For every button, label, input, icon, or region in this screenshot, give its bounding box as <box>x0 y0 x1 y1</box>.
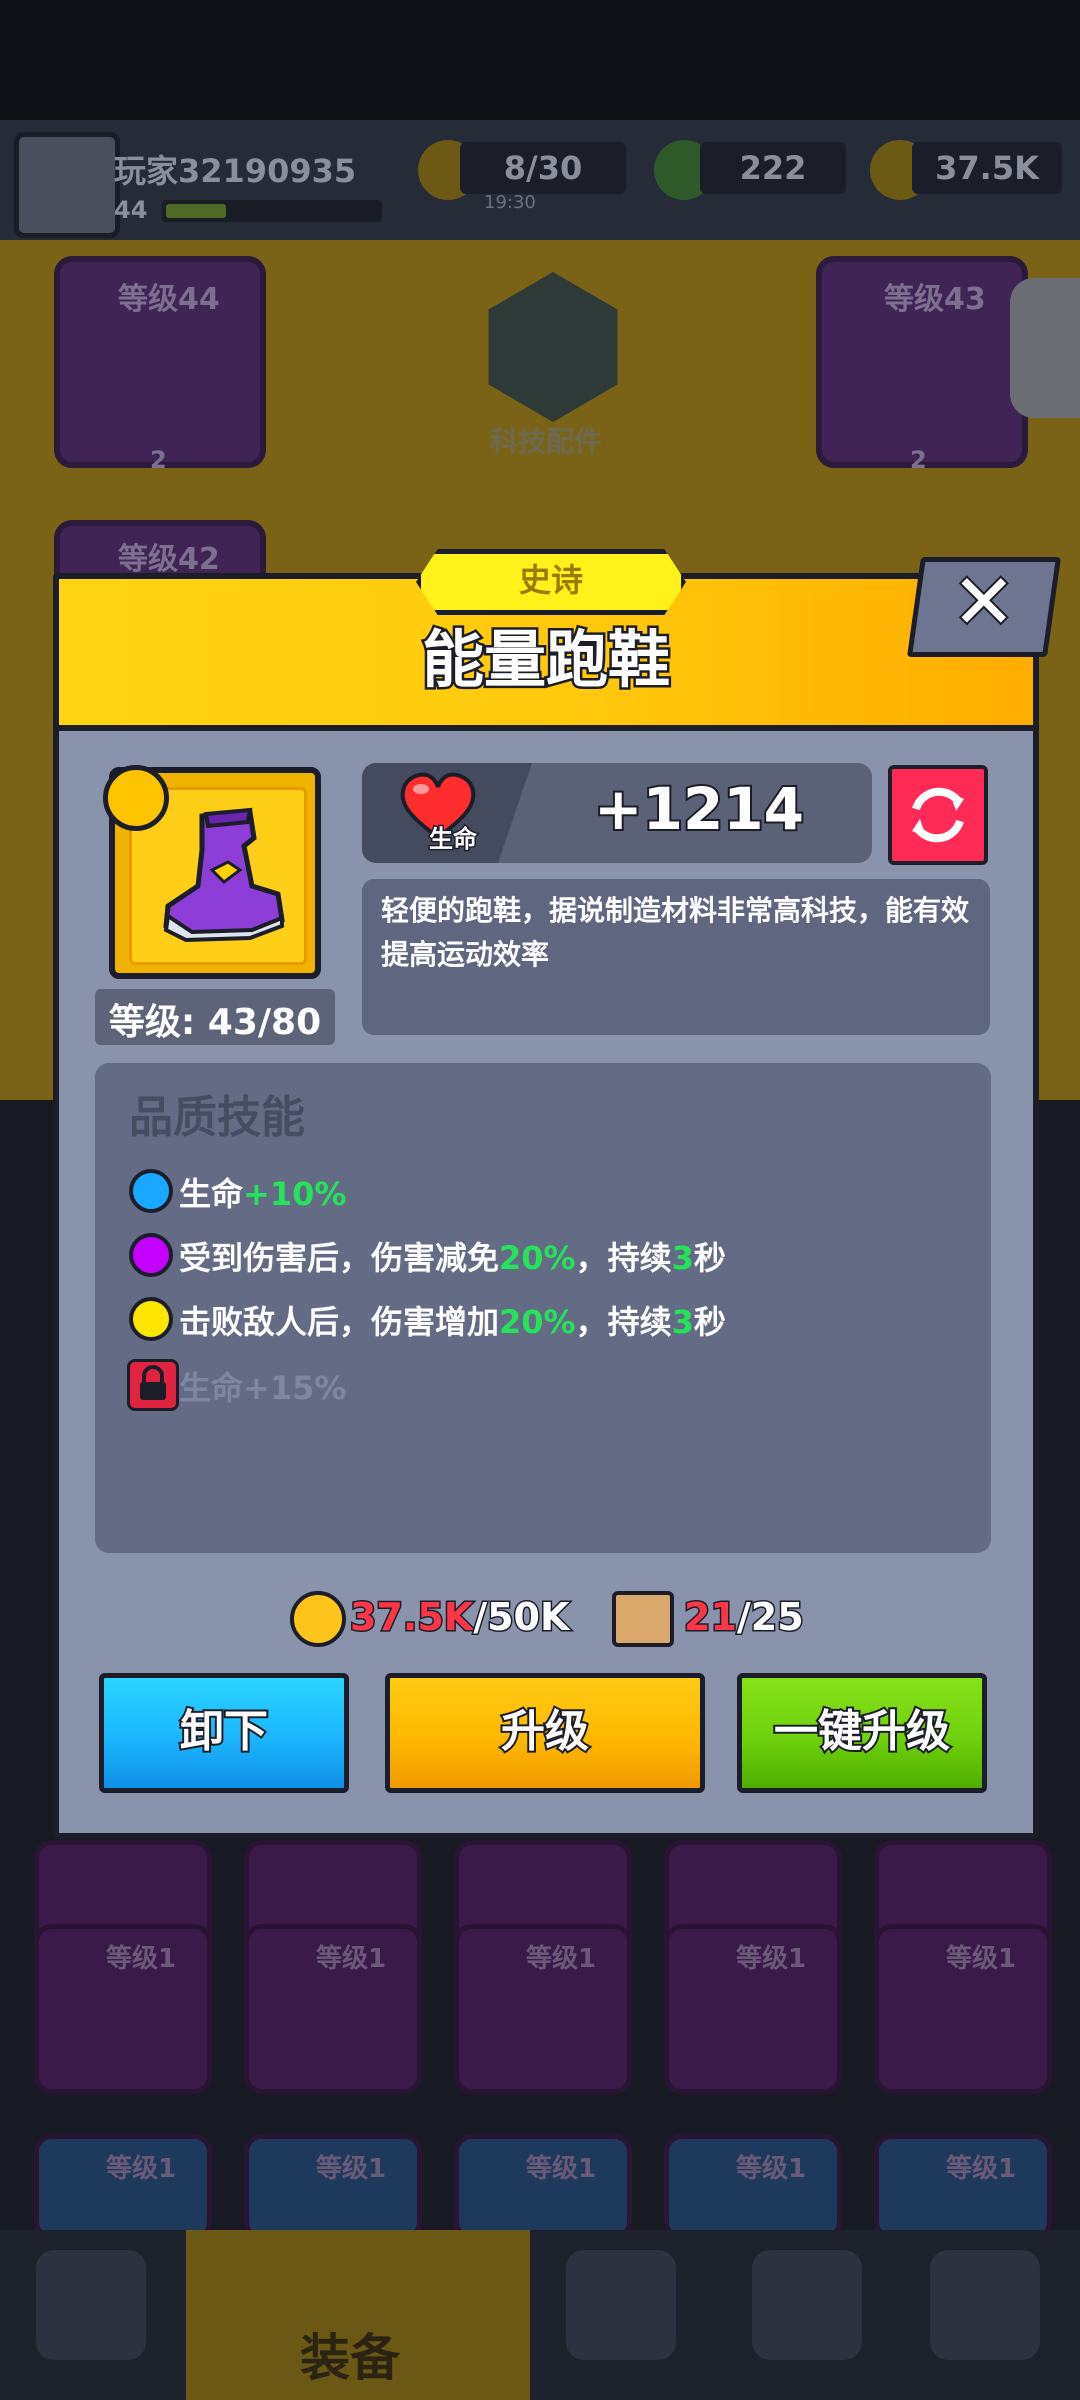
armor-slot-count: 2 <box>910 446 927 474</box>
lock-icon <box>127 1359 179 1411</box>
star-tab-icon[interactable] <box>752 2250 862 2360</box>
shop-tab-icon[interactable] <box>36 2250 146 2360</box>
skill-1: 生命+10% <box>179 1175 347 1213</box>
one-click-upgrade-button[interactable]: 一键升级 <box>737 1673 987 1793</box>
inventory-item-level: 等级1 <box>736 1944 807 1974</box>
inventory-item-level: 等级1 <box>106 1944 177 1974</box>
side-event-button[interactable] <box>1010 278 1080 418</box>
coin-counter: 37.5K <box>912 142 1062 194</box>
gem-counter: 222 <box>700 142 846 194</box>
dna-tab-icon[interactable] <box>930 2250 1040 2360</box>
player-name: 玩家32190935 <box>114 152 357 190</box>
skill-3: 击败敌人后，伤害增加20%，持续3秒 <box>179 1303 726 1341</box>
inventory-item-level: 等级1 <box>736 2154 807 2184</box>
item-description: 轻便的跑鞋，据说制造材料非常高科技，能有效提高运动效率 <box>381 894 970 971</box>
coin-cost: 37.5K/50K <box>348 1594 570 1641</box>
weapon-slot-count: 2 <box>150 446 167 474</box>
energy-counter: 8/30 <box>460 142 626 194</box>
locked-skill: 生命+15% <box>179 1369 347 1407</box>
refresh-icon <box>912 787 964 843</box>
xp-bar-fill <box>166 204 226 218</box>
item-detail-modal: 能量跑鞋 史诗 ✕ 等级: 43/80 生命 +1214 轻便的跑鞋，据说制造材… <box>53 549 1062 1839</box>
close-icon[interactable]: ✕ <box>950 555 1018 648</box>
skills-title: 品质技能 <box>129 1092 305 1143</box>
battle-tab-icon[interactable] <box>566 2250 676 2360</box>
item-level: 等级: 43/80 <box>108 1002 322 1043</box>
necklace-slot-level: 等级42 <box>118 542 220 577</box>
stat-label: 生命 <box>428 824 479 855</box>
inventory-item-level: 等级1 <box>526 1944 597 1974</box>
boot-category-icon <box>103 765 169 831</box>
skill-dot-yellow <box>129 1297 173 1341</box>
reroll-button[interactable] <box>888 765 988 865</box>
armor-slot-level: 等级43 <box>884 282 986 317</box>
scroll-cost: 21/25 <box>683 1594 806 1641</box>
coin-icon <box>290 1591 346 1647</box>
inventory-item-level: 等级1 <box>316 1944 387 1974</box>
unequip-button[interactable]: 卸下 <box>99 1673 349 1793</box>
skill-dot-blue <box>129 1169 173 1213</box>
inventory-item-level: 等级1 <box>106 2154 177 2184</box>
stat-value: +1214 <box>592 773 806 845</box>
inventory-item-level: 等级1 <box>526 2154 597 2184</box>
item-title: 能量跑鞋 <box>419 621 672 699</box>
tech-accessory-label: 科技配件 <box>490 425 603 458</box>
weapon-slot-level: 等级44 <box>118 282 220 317</box>
player-avatar[interactable] <box>14 132 120 238</box>
equipment-tab-label: 装备 <box>300 2329 400 2387</box>
inventory-item-level: 等级1 <box>946 2154 1017 2184</box>
inventory-item-level: 等级1 <box>946 1944 1017 1974</box>
upgrade-button[interactable]: 升级 <box>385 1673 705 1793</box>
scroll-icon <box>612 1591 674 1647</box>
inventory-item-level: 等级1 <box>316 2154 387 2184</box>
player-level: 44 <box>114 196 148 224</box>
skill-2: 受到伤害后，伤害减免20%，持续3秒 <box>179 1239 726 1277</box>
bottom-nav <box>0 2230 1080 2400</box>
energy-timer: 19:30 <box>484 192 536 213</box>
rarity-label: 史诗 <box>518 561 583 599</box>
skill-dot-purple <box>129 1233 173 1277</box>
